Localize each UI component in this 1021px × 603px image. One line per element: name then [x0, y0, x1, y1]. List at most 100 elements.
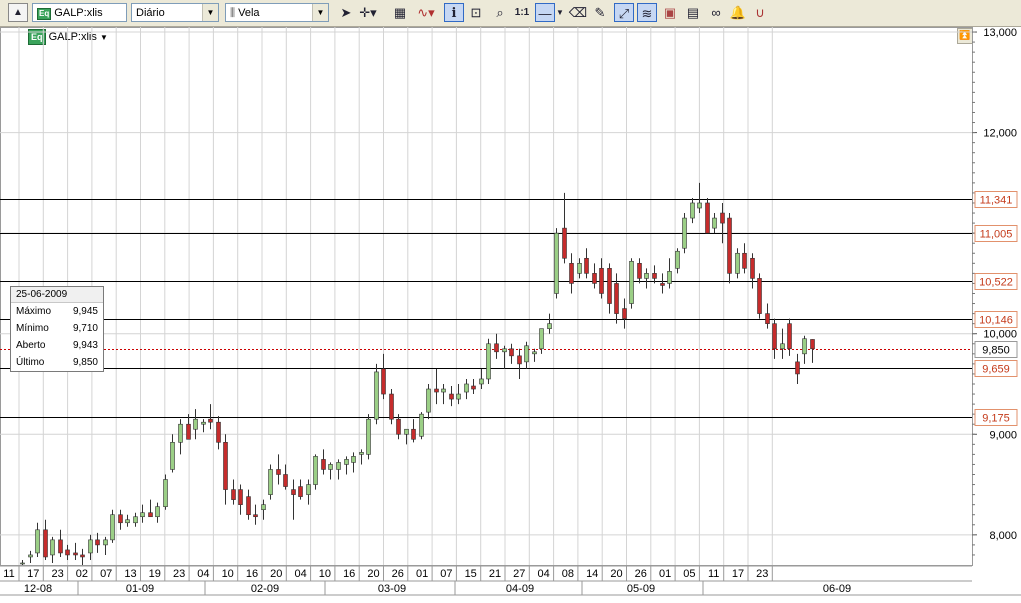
level-label: 10,146 — [979, 315, 1013, 327]
x-tick-label: 07 — [440, 568, 452, 580]
x-tick-label: 14 — [586, 568, 598, 580]
candle-body — [35, 529, 40, 554]
candle-body — [261, 504, 266, 510]
candle-body — [65, 549, 70, 556]
info-row: Mínimo 9,710 — [11, 320, 103, 337]
candle-body — [577, 263, 582, 274]
candle-body — [517, 355, 522, 365]
candle-body — [306, 484, 311, 495]
candle-body — [253, 514, 258, 518]
candle-body — [697, 202, 702, 209]
x-tick-label: 26 — [635, 568, 647, 580]
x-month-label: 06-09 — [823, 583, 851, 595]
candle-body — [787, 323, 792, 350]
info-value: 9,850 — [72, 357, 98, 368]
x-month-label: 12-08 — [24, 583, 52, 595]
candle-body — [441, 388, 446, 393]
candle-body — [193, 418, 198, 430]
x-tick-label: 10 — [222, 568, 234, 580]
x-tick-label: 23 — [756, 568, 768, 580]
x-tick-label: 23 — [173, 568, 185, 580]
candle-body — [351, 456, 356, 463]
candle-body — [547, 323, 552, 329]
candle-body — [291, 489, 296, 495]
candle-body — [163, 479, 168, 507]
candle-body — [381, 368, 386, 395]
candle-body — [532, 351, 537, 355]
candle-body — [629, 261, 634, 304]
x-tick-label: 08 — [562, 568, 574, 580]
x-month-label: 05-09 — [627, 583, 655, 595]
candle-body — [344, 459, 349, 465]
x-tick-label: 20 — [270, 568, 282, 580]
x-tick-label: 11 — [3, 568, 14, 580]
candle-body — [43, 529, 48, 558]
candle-body — [456, 393, 461, 400]
candle-body — [802, 338, 807, 355]
x-month-label: 03-09 — [378, 583, 406, 595]
candle-body — [28, 554, 33, 558]
x-tick-label: 16 — [343, 568, 355, 580]
info-label: Último — [16, 357, 45, 368]
last-price-label: 9,850 — [982, 345, 1010, 357]
x-tick-label: 04 — [294, 568, 306, 580]
x-tick-label: 17 — [27, 568, 39, 580]
candle-body — [268, 469, 273, 495]
candle-body — [238, 489, 243, 505]
x-tick-label: 11 — [708, 568, 719, 580]
candle-body — [313, 456, 318, 485]
candle-body — [712, 217, 717, 229]
candle-body — [426, 388, 431, 413]
level-label: 11,005 — [980, 229, 1013, 241]
x-tick-label: 19 — [149, 568, 161, 580]
candle-body — [637, 263, 642, 279]
level-label: 10,522 — [979, 277, 1013, 289]
candle-body — [434, 388, 439, 393]
candle-body — [374, 371, 379, 420]
ohlc-info-box: 25-06-2009 Máximo 9,945 Mínimo 9,710 Abert… — [10, 286, 104, 372]
x-month-label: 02-09 — [251, 583, 279, 595]
x-tick-label: 01 — [659, 568, 671, 580]
candle-body — [599, 268, 604, 294]
candle-body — [554, 232, 559, 294]
candle-body — [125, 519, 130, 524]
info-value: 9,710 — [72, 323, 98, 334]
candle-body — [246, 496, 251, 516]
candle-body — [449, 393, 454, 400]
candle-body — [690, 202, 695, 219]
x-tick-label: 02 — [76, 568, 88, 580]
candle-body — [502, 348, 507, 353]
candle-body — [283, 474, 288, 487]
x-tick-label: 16 — [246, 568, 258, 580]
x-tick-label: 20 — [367, 568, 379, 580]
candle-body — [118, 514, 123, 524]
candle-body — [178, 423, 183, 443]
candle-body — [584, 257, 589, 274]
candle-body — [667, 271, 672, 284]
candle-body — [720, 212, 725, 224]
candle-body — [772, 323, 777, 350]
candle-body — [80, 554, 85, 558]
candle-body — [742, 252, 747, 269]
candle-body — [562, 227, 567, 259]
candle-body — [494, 343, 499, 353]
x-tick-label: 27 — [513, 568, 525, 580]
info-label: Máximo — [16, 306, 52, 317]
info-row: Aberto 9,943 — [11, 337, 103, 354]
candle-body — [155, 506, 160, 518]
candle-body — [276, 469, 281, 475]
info-row: Máximo 9,945 — [11, 303, 103, 320]
candle-body — [396, 418, 401, 435]
candle-body — [592, 273, 597, 284]
candle-body — [471, 385, 476, 390]
candle-body — [810, 339, 815, 350]
candle-body — [750, 257, 755, 279]
candle-body — [644, 273, 649, 279]
candle-body — [186, 423, 191, 440]
y-tick-label: 10,000 — [983, 329, 1017, 341]
candle-body — [622, 308, 627, 319]
candle-body — [50, 539, 55, 556]
candle-body — [614, 283, 619, 314]
level-label: 11,341 — [980, 195, 1013, 207]
candle-body — [652, 273, 657, 279]
